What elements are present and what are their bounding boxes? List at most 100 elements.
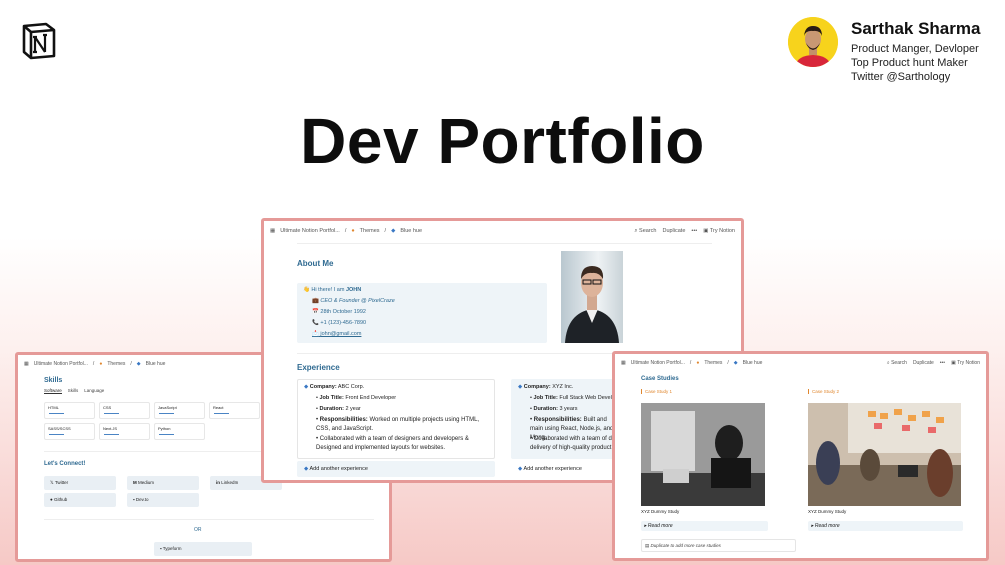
job-title-line: • Job Title: Front End Developer: [316, 395, 397, 401]
typeform-button[interactable]: ▪ Typeform: [154, 542, 252, 556]
avatar: [788, 17, 838, 67]
connect-heading: Let's Connect!: [44, 461, 86, 467]
breadcrumb: ▦ Ultimate Notion Portfol... / ● Themes / …: [621, 360, 980, 366]
breadcrumb-current[interactable]: Blue hue: [400, 228, 422, 234]
github-icon: ●: [50, 497, 53, 502]
author-name: Sarthak Sharma: [851, 19, 981, 38]
page-icon: ▦: [270, 228, 276, 234]
greeting-line: 👋 Hi there! I am JOHN: [303, 287, 362, 293]
devto-link[interactable]: ▪ Dev.to: [127, 493, 199, 507]
email-link[interactable]: 📩 john@gmail.com: [312, 331, 361, 337]
author-achievement: Top Product hunt Maker: [851, 57, 968, 69]
case-tag: Case Study 1: [641, 389, 672, 394]
diamond-icon: ◆: [733, 360, 738, 366]
job-title-line: • Job Title: Full Stack Web Devel: [530, 395, 612, 401]
skill-item[interactable]: Next.JS: [99, 423, 150, 440]
search-button[interactable]: ⌕ Search: [634, 228, 656, 235]
tab-language[interactable]: Language: [84, 388, 104, 394]
skills-tabs: Software Skills Language: [44, 388, 104, 394]
author-profile: Sarthak Sharma Product Manger, Devloper …: [788, 17, 998, 87]
duplicate-button[interactable]: Duplicate: [913, 360, 934, 366]
page-icon: ▦: [621, 360, 626, 366]
skill-item[interactable]: Python: [154, 423, 205, 440]
mail-icon: 📩: [312, 331, 319, 337]
case-studies-card: ▦ Ultimate Notion Portfol... / ● Themes / …: [612, 351, 989, 561]
medium-link[interactable]: M Medium: [127, 476, 199, 490]
role-line: 💼 CEO & Founder @ PixelCraze: [312, 298, 395, 304]
github-link[interactable]: ● Github: [44, 493, 116, 507]
dob-line: 📅 28th October 1992: [312, 309, 366, 315]
breadcrumb-current[interactable]: Blue hue: [146, 361, 166, 367]
skill-item[interactable]: SASS/SCSS: [44, 423, 95, 440]
add-case-study-label: ▤ Duplicate to add more case studies: [645, 543, 721, 548]
twitter-link[interactable]: 𝕏 Twitter: [44, 476, 116, 490]
case-image[interactable]: [808, 403, 961, 506]
case-image[interactable]: [641, 403, 765, 506]
add-experience-label[interactable]: ◆ Add another experience: [518, 466, 582, 472]
experience-heading: Experience: [297, 363, 340, 372]
document-icon: ▤: [645, 543, 650, 548]
notion-icon: ▣: [703, 227, 709, 234]
collaboration-line: • Collaborated with a team of dev delive…: [530, 436, 619, 451]
tab-software[interactable]: Software: [44, 388, 62, 394]
wave-icon: 👋: [303, 287, 310, 293]
breadcrumb-root[interactable]: Ultimate Notion Portfol...: [34, 361, 88, 367]
diamond-icon: ◆: [136, 361, 141, 367]
devto-icon: ▪: [133, 497, 135, 502]
phone-icon: 📞: [312, 320, 319, 326]
medium-icon: M: [133, 480, 137, 485]
twitter-icon: 𝕏: [50, 480, 54, 485]
themes-icon: ●: [99, 361, 103, 367]
add-experience-label: ◆ Add another experience: [304, 466, 368, 472]
skill-item[interactable]: React: [209, 402, 260, 419]
breadcrumb-themes[interactable]: Themes: [360, 228, 380, 234]
breadcrumb-root[interactable]: Ultimate Notion Portfol...: [280, 228, 340, 234]
company-line: ◆ Company: XYZ Inc.: [518, 384, 574, 390]
tab-skills[interactable]: Skills: [68, 388, 79, 394]
search-icon: ⌕: [634, 227, 638, 234]
try-notion-button[interactable]: ▣ Try Notion: [951, 360, 980, 366]
typeform-icon: ▪: [160, 546, 162, 551]
read-more-label: ▸ Read more: [644, 523, 673, 529]
diamond-icon: ◆: [304, 384, 309, 390]
themes-icon: ●: [351, 228, 355, 234]
linkedin-icon: in: [216, 480, 220, 485]
breadcrumb: ▦ Ultimate Notion Portfol... / ● Themes / …: [270, 227, 735, 235]
page-icon: ▦: [24, 361, 29, 367]
try-notion-button[interactable]: ▣ Try Notion: [703, 228, 735, 235]
duration-line: • Duration: 3 years: [530, 406, 578, 412]
responsibilities-line: • Responsibilities: Worked on multiple p…: [316, 417, 480, 432]
search-icon: ⌕: [886, 360, 890, 366]
collaboration-line: • Collaborated with a team of designers …: [316, 436, 469, 451]
more-icon[interactable]: •••: [691, 228, 697, 235]
duplicate-button[interactable]: Duplicate: [662, 228, 685, 235]
duration-line: • Duration: 2 year: [316, 406, 361, 412]
search-button[interactable]: ⌕ Search: [887, 360, 907, 366]
notion-icon: ▣: [951, 360, 956, 366]
about-heading: About Me: [297, 259, 334, 268]
breadcrumb-themes[interactable]: Themes: [704, 360, 722, 366]
page-title: Dev Portfolio: [300, 105, 705, 177]
diamond-icon: ◆: [391, 228, 396, 234]
diamond-icon: ◆: [518, 384, 523, 390]
case-tag: Case Study 2: [808, 389, 839, 394]
breadcrumb-root[interactable]: Ultimate Notion Portfol...: [631, 360, 685, 366]
skill-item[interactable]: JavaScript: [154, 402, 205, 419]
profile-photo: [561, 251, 623, 343]
or-divider: OR: [194, 527, 202, 533]
company-line: ◆ Company: ABC Corp.: [304, 384, 365, 390]
author-twitter: Twitter @Sarthology: [851, 71, 951, 83]
case-caption: XYZ Dummy Study: [808, 509, 847, 514]
skill-item[interactable]: HTML: [44, 402, 95, 419]
case-studies-heading: Case Studies: [641, 376, 679, 382]
author-role: Product Manger, Devloper: [851, 43, 979, 55]
calendar-icon: 📅: [312, 309, 319, 315]
case-caption: XYZ Dummy Study: [641, 509, 680, 514]
skills-heading: Skills: [44, 377, 63, 384]
breadcrumb-current[interactable]: Blue hue: [743, 360, 763, 366]
read-more-label: ▸ Read more: [811, 523, 840, 529]
notion-logo-icon: [22, 22, 56, 60]
breadcrumb-themes[interactable]: Themes: [107, 361, 125, 367]
skill-item[interactable]: CSS: [99, 402, 150, 419]
more-icon[interactable]: •••: [940, 360, 945, 366]
